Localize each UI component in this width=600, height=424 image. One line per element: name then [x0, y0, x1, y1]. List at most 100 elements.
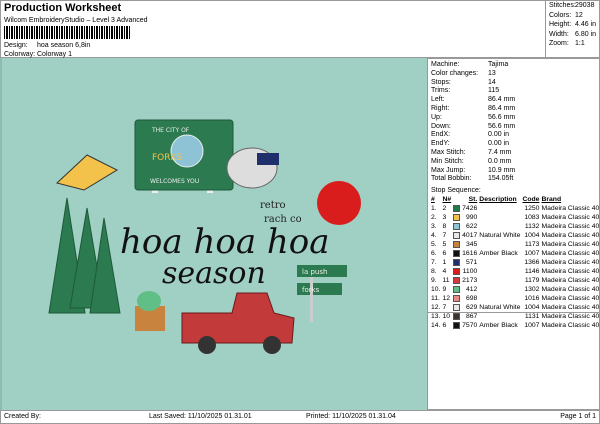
color-swatch: [453, 294, 461, 302]
stat-value: 4.46 in: [575, 21, 597, 28]
stat-label: Width:: [549, 30, 569, 38]
color-swatch: [453, 303, 461, 311]
retro-text-1: retro: [260, 200, 286, 211]
stat-row: Stitches: 29038: [546, 1, 599, 11]
col-brand: Brand: [541, 196, 562, 203]
info-value: 14: [488, 78, 496, 86]
stop-index: 14.: [431, 321, 441, 329]
info-label: Trims:: [431, 87, 451, 95]
thread-code: 1146: [524, 267, 540, 275]
color-swatch: [453, 240, 461, 248]
stitch-count: 571: [465, 258, 478, 266]
info-label: Left:: [431, 96, 445, 104]
color-swatch: [453, 321, 461, 329]
swatch-cell: [452, 321, 461, 331]
stop-index: 6.: [431, 249, 437, 257]
stat-value: 29038: [575, 2, 595, 9]
table-row: 7. 1 571 1366 Madeira Classic 40: [430, 258, 600, 268]
stitch-count: 622: [465, 222, 478, 230]
color-swatch: [453, 222, 461, 230]
info-value: 86.4 mm: [488, 104, 516, 112]
thread-description: [478, 259, 521, 268]
thread-brand: Madeira Classic 40: [541, 276, 600, 284]
color-swatch: [453, 249, 461, 257]
thread-brand: Madeira Classic 40: [541, 222, 600, 230]
info-value: 56.6 mm: [488, 122, 516, 130]
swatch-cell: [452, 285, 461, 295]
info-label: EndX:: [431, 131, 451, 139]
worksheet-header: Production Worksheet Wilcom EmbroiderySt…: [0, 0, 545, 58]
sign-bottom-text: WELCOMES YOU: [150, 178, 199, 185]
color-swatch: [453, 258, 461, 266]
stop-sequence-title: Stop Sequence:: [431, 187, 481, 194]
thread-description: [478, 295, 521, 304]
info-row: Max Stitch: 7.4 mm: [428, 149, 599, 158]
thread-code: 1173: [524, 240, 540, 248]
info-label: Stops:: [431, 78, 451, 86]
info-value: 56.6 mm: [488, 113, 516, 121]
needle-number: 9: [442, 285, 447, 293]
stitch-count: 1100: [462, 267, 478, 275]
thread-code: 1007: [524, 321, 540, 329]
needle-number: 12: [442, 294, 451, 302]
thread-code: 1250: [524, 204, 540, 212]
info-value: Tajima: [488, 61, 509, 68]
color-swatch: [453, 231, 461, 239]
thread-code: 1004: [524, 231, 540, 239]
info-row: Down: 56.6 mm: [428, 123, 599, 132]
swatch-cell: [452, 204, 461, 214]
table-row: 14. 6 7570 Amber Black 1007 Madeira Classic 4…: [430, 321, 600, 331]
stop-index: 4.: [431, 231, 437, 239]
needle-number: 6: [442, 249, 447, 257]
details-panel: Machine: Tajima Color changes: 13 Stops: 14 Tr…: [427, 58, 600, 410]
info-value: 115: [488, 87, 500, 95]
stat-label: Height:: [549, 21, 572, 28]
info-row: Min Stitch: 0.0 mm: [428, 158, 599, 167]
thread-brand: Madeira Classic 40: [541, 312, 600, 320]
stop-index: 11.: [431, 294, 440, 302]
design-preview: THE CITY OF FORKS WELCOMES YOU retro rac…: [0, 58, 427, 410]
needle-number: 7: [442, 231, 447, 239]
last-saved: Last Saved: 11/10/2025 01.31.01: [149, 413, 252, 420]
footer: Created By: Last Saved: 11/10/2025 01.31…: [0, 410, 600, 424]
sign-top-text: THE CITY OF: [151, 127, 190, 134]
thread-description: [478, 277, 521, 286]
info-label: Down:: [431, 122, 451, 130]
needle-number: 5: [442, 240, 447, 248]
info-label: Min Stitch:: [431, 157, 464, 165]
stop-index: 9.: [431, 276, 437, 284]
stitch-count: 2173: [462, 276, 478, 284]
info-row: EndX: 0.00 in: [428, 131, 599, 140]
road-sign-1: la push: [302, 268, 327, 276]
thread-brand: Madeira Classic 40: [541, 231, 600, 239]
info-row: Machine: Tajima: [428, 61, 599, 70]
thread-code: 1302: [524, 285, 540, 293]
stat-label: Stitches:: [549, 2, 576, 9]
thread-code: 1016: [524, 294, 540, 302]
col-code: Code: [522, 196, 540, 203]
color-swatch: [453, 267, 461, 275]
info-row: Up: 56.6 mm: [428, 114, 599, 123]
embroidery-design: THE CITY OF FORKS WELCOMES YOU retro rac…: [48, 119, 361, 354]
thread-code: 1083: [524, 213, 540, 221]
stitch-count: 345: [465, 240, 478, 248]
swatch-cell: [452, 222, 461, 232]
thread-brand: Madeira Classic 40: [541, 240, 600, 248]
barcode: [4, 26, 131, 39]
stop-index: 2.: [431, 213, 437, 221]
thread-description: Amber Black: [479, 321, 518, 329]
thread-code: 1007: [524, 249, 540, 257]
col-description: Description: [479, 196, 517, 203]
needle-number: 4: [442, 267, 447, 275]
stitch-count: 867: [465, 312, 478, 320]
stitch-count: 4017: [462, 231, 478, 239]
thread-brand: Madeira Classic 40: [541, 249, 600, 257]
swatch-cell: [452, 231, 461, 241]
swatch-cell: [452, 258, 461, 268]
col-index: #: [431, 196, 435, 203]
info-label: Up:: [431, 113, 442, 121]
table-row: 1. 2 7426 1250 Madeira Classic 40: [430, 204, 600, 214]
thread-description: Natural White: [479, 231, 521, 239]
stitch-count: 698: [465, 294, 478, 302]
info-label: EndY:: [431, 140, 450, 148]
